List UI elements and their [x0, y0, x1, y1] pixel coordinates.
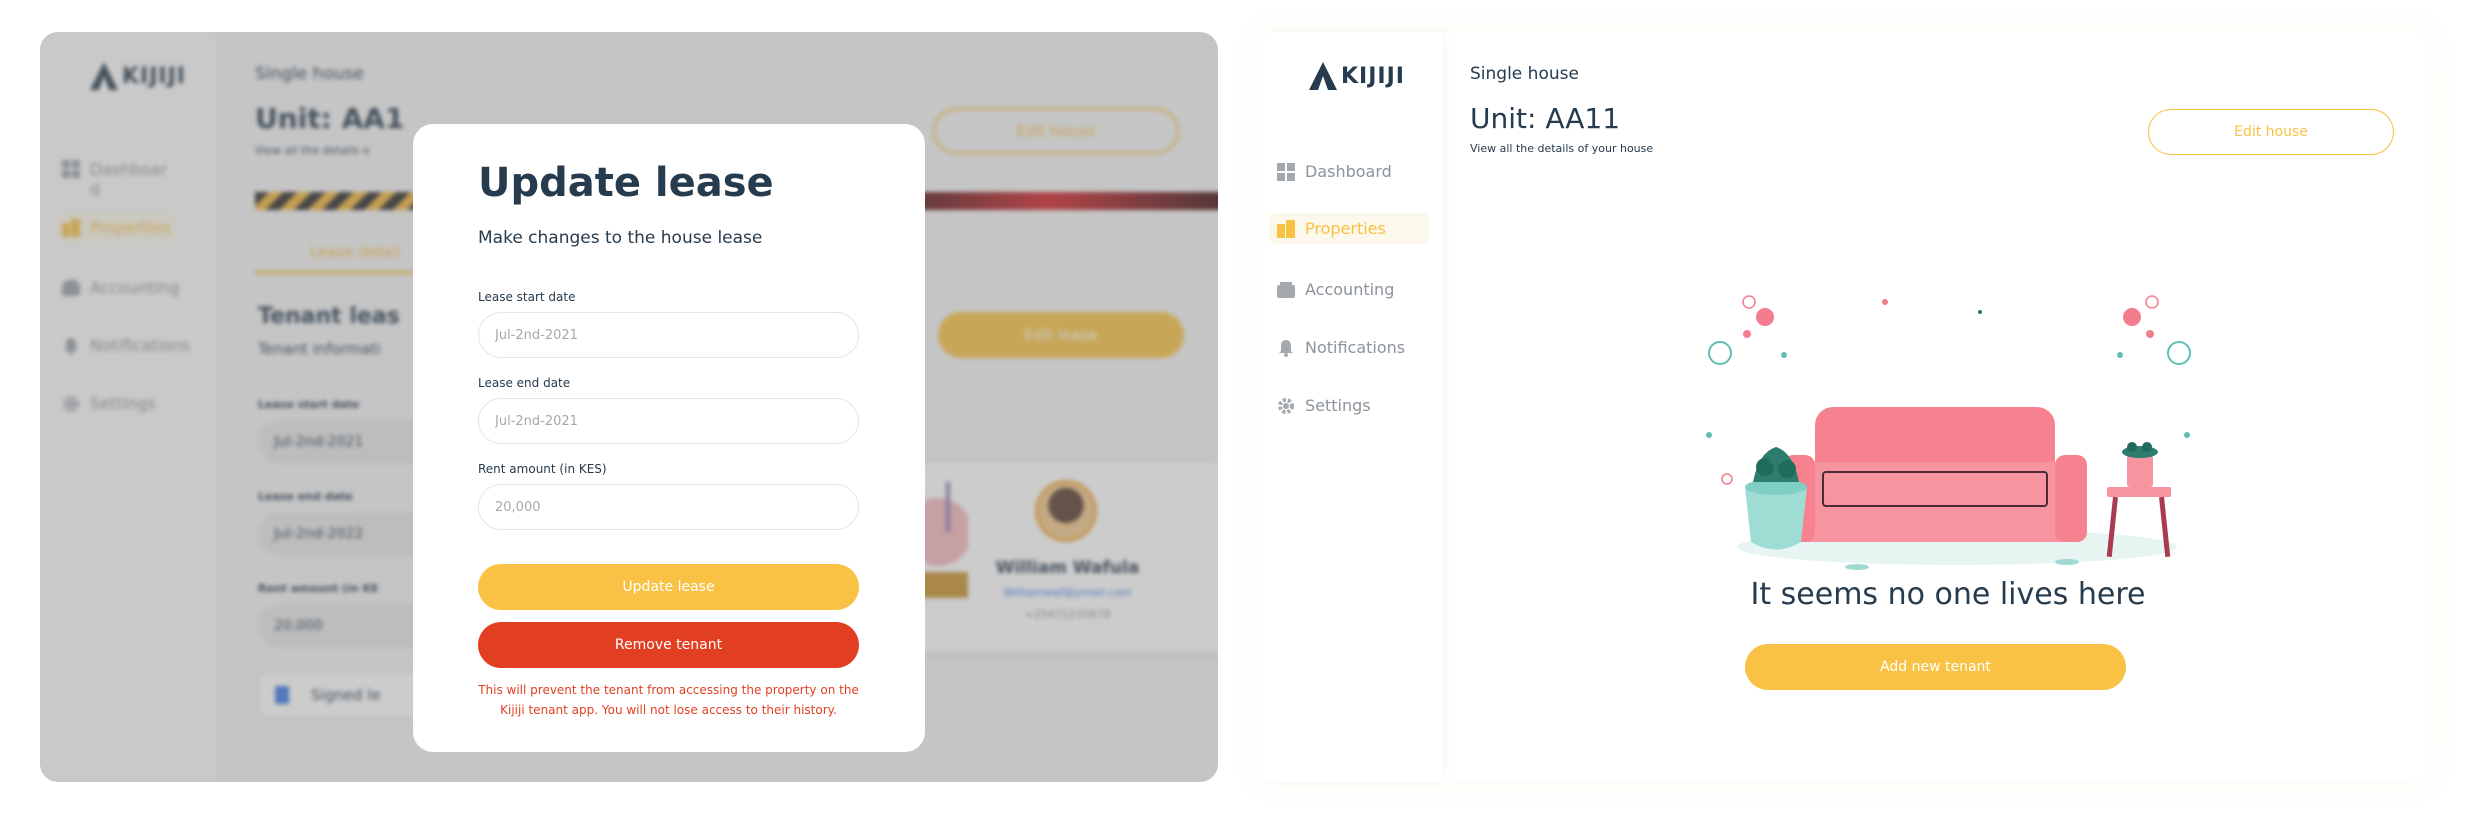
edit-house-button[interactable]: Edit house	[2148, 109, 2394, 155]
sidebar-item-accounting[interactable]: Accounting	[1277, 280, 1394, 299]
sidebar-item-settings[interactable]: Settings	[1277, 396, 1371, 415]
lease-edit-screen: KIJIJI Dashboard Properties Accounting	[40, 32, 1218, 782]
sidebar-item-dashboard[interactable]: Dashboard	[1277, 162, 1392, 181]
remove-tenant-button[interactable]: Remove tenant	[478, 622, 859, 668]
rent-amount-label: Rent amount (in KES)	[478, 462, 607, 476]
bell-icon	[1277, 339, 1295, 357]
wallet-icon	[1277, 281, 1295, 299]
gear-icon	[1277, 397, 1295, 415]
update-lease-button[interactable]: Update lease	[478, 564, 859, 610]
sidebar-item-label: Dashboard	[1305, 162, 1392, 181]
sidebar-item-properties[interactable]: Properties	[1269, 213, 1429, 244]
modal-title: Update lease	[478, 160, 774, 206]
add-new-tenant-button[interactable]: Add new tenant	[1745, 644, 2126, 690]
lease-end-label: Lease end date	[478, 376, 571, 390]
rent-amount-input[interactable]	[478, 484, 859, 530]
dashboard-icon	[1277, 162, 1295, 181]
empty-room-illustration	[1706, 295, 2191, 570]
unit-title: Unit: AA11	[1470, 102, 1621, 135]
empty-state-message: It seems no one lives here	[1750, 577, 2146, 612]
logo-text: KIJIJI	[1341, 63, 1405, 89]
lease-start-label: Lease start date	[478, 290, 576, 304]
lease-end-input[interactable]	[478, 398, 859, 444]
remove-tenant-warning: This will prevent the tenant from access…	[478, 683, 859, 717]
sidebar-item-notifications[interactable]: Notifications	[1277, 338, 1405, 357]
sidebar-item-label: Notifications	[1305, 338, 1406, 357]
logo[interactable]: KIJIJI	[1309, 62, 1405, 90]
empty-house-screen: KIJIJI Dashboard Properties Accounting N…	[1257, 32, 2431, 782]
sidebar-item-label: Properties	[1305, 219, 1386, 238]
sidebar: KIJIJI Dashboard Properties Accounting N…	[1257, 32, 1442, 782]
modal-subtitle: Make changes to the house lease	[478, 228, 763, 248]
tent-logo-icon	[1309, 62, 1337, 90]
update-lease-modal: Update lease Make changes to the house l…	[413, 124, 925, 752]
house-type: Single house	[1470, 64, 1579, 84]
sidebar-item-label: Accounting	[1305, 280, 1395, 299]
building-icon	[1277, 219, 1295, 238]
lease-start-input[interactable]	[478, 312, 859, 358]
sidebar-item-label: Settings	[1305, 396, 1371, 415]
page-subtitle: View all the details of your house	[1470, 142, 1654, 155]
